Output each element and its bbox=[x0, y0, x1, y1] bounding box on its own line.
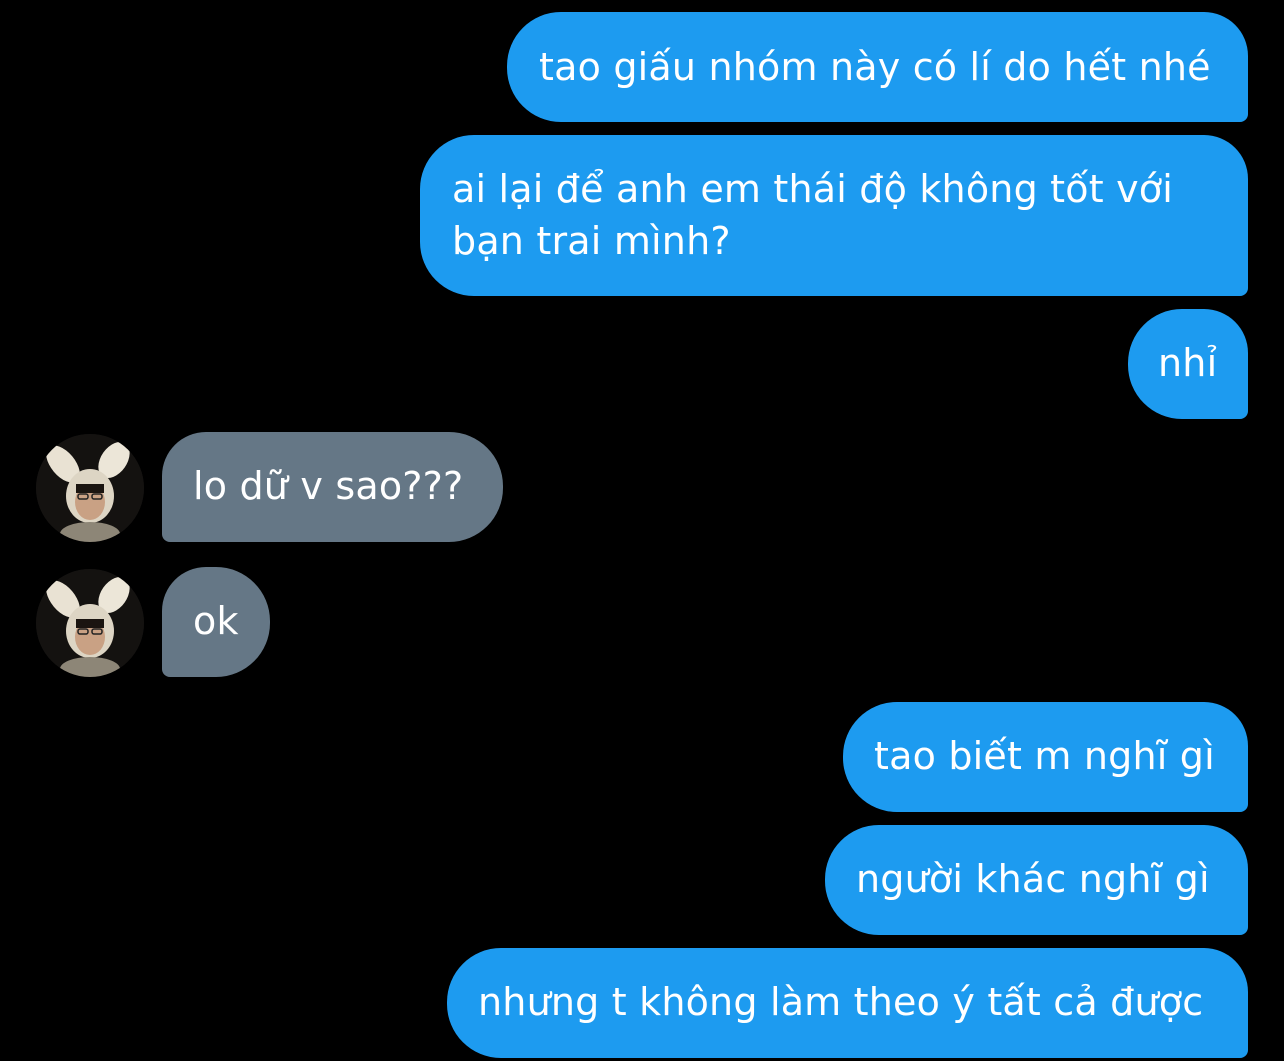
chat-thread: tao giấu nhóm này có lí do hết nhé ai lạ… bbox=[0, 0, 1284, 1061]
contact-avatar[interactable] bbox=[36, 569, 144, 677]
contact-avatar[interactable] bbox=[36, 434, 144, 542]
incoming-message-bubble[interactable]: ok bbox=[162, 567, 270, 677]
message-text: tao biết m nghĩ gì bbox=[874, 734, 1215, 778]
outgoing-message-bubble[interactable]: ai lại để anh em thái độ không tốt với b… bbox=[420, 135, 1248, 296]
bunny-ears-person-avatar-icon bbox=[36, 434, 144, 542]
outgoing-message-bubble[interactable]: người khác nghĩ gì bbox=[825, 825, 1248, 935]
incoming-message-bubble[interactable]: lo dữ v sao??? bbox=[162, 432, 503, 542]
message-text: nhưng t không làm theo ý tất cả được bbox=[478, 980, 1204, 1024]
message-text: lo dữ v sao??? bbox=[193, 464, 464, 508]
message-text-line: bạn trai mình? bbox=[452, 219, 731, 263]
outgoing-message-bubble[interactable]: tao giấu nhóm này có lí do hết nhé bbox=[507, 12, 1248, 122]
message-text: nhỉ bbox=[1158, 341, 1218, 385]
message-text: ok bbox=[193, 599, 239, 643]
outgoing-message-bubble[interactable]: tao biết m nghĩ gì bbox=[843, 702, 1248, 812]
message-text: tao giấu nhóm này có lí do hết nhé bbox=[539, 45, 1211, 89]
message-text-line: ai lại để anh em thái độ không tốt với bbox=[452, 167, 1173, 211]
outgoing-message-bubble[interactable]: nhưng t không làm theo ý tất cả được bbox=[447, 948, 1248, 1058]
outgoing-message-bubble[interactable]: nhỉ bbox=[1128, 309, 1248, 419]
message-text: người khác nghĩ gì bbox=[856, 857, 1210, 901]
bunny-ears-person-avatar-icon bbox=[36, 569, 144, 677]
